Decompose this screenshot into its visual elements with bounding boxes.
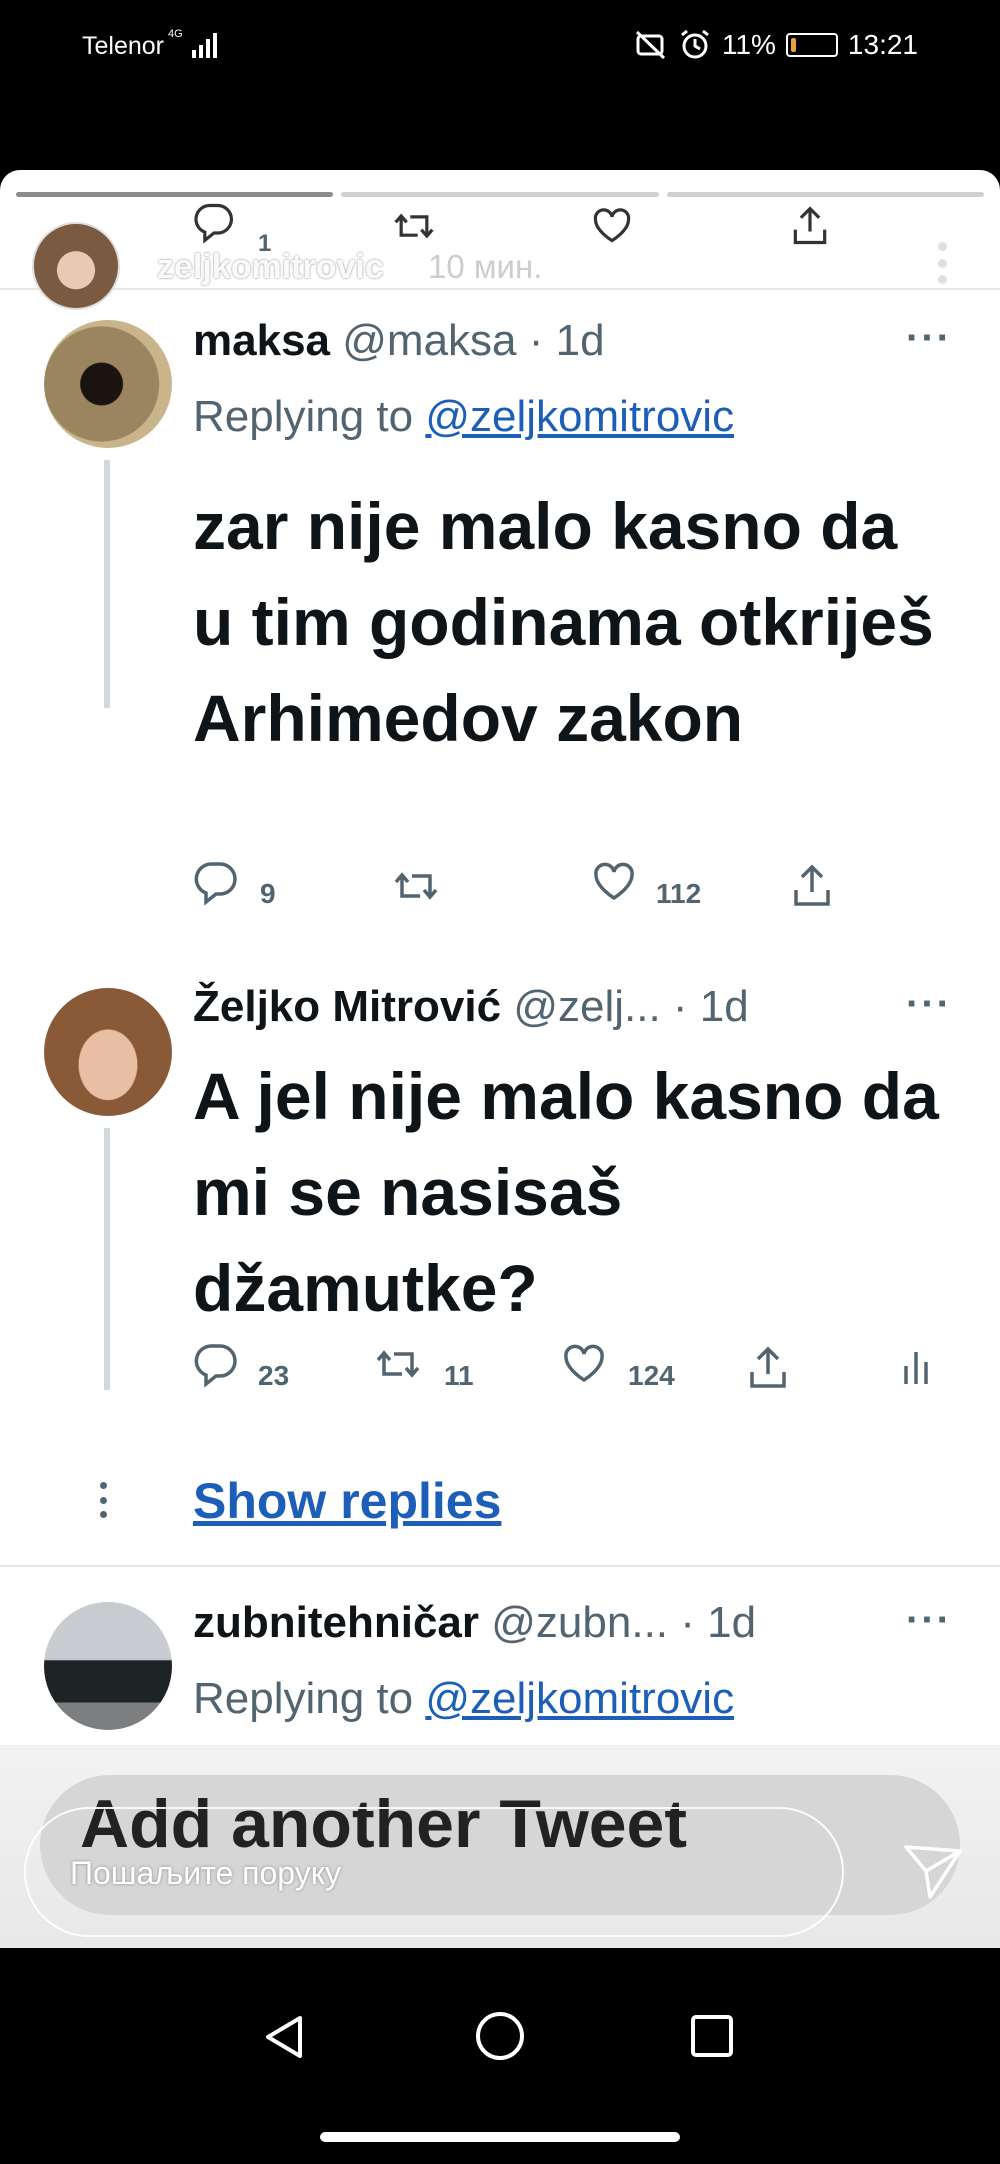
show-replies-link[interactable]: Show replies — [193, 1472, 501, 1530]
home-icon[interactable] — [474, 2010, 526, 2062]
replying-to: Replying to @zeljkomitrovic — [193, 392, 734, 442]
tweet-actions: 9 112 — [0, 858, 1000, 918]
more-icon[interactable]: ··· — [906, 982, 952, 1027]
message-placeholder: Пошаљите поруку — [70, 1855, 342, 1891]
avatar[interactable] — [44, 1602, 172, 1730]
battery-level — [790, 38, 797, 52]
tweet-time[interactable]: · 1d — [673, 982, 749, 1031]
like-count: 124 — [628, 1360, 675, 1391]
display-name[interactable]: Željko Mitrović — [193, 982, 501, 1031]
story-progress — [16, 192, 984, 197]
status-bar: Telenor 4G 11% 13:21 — [0, 0, 1000, 95]
retweet-icon[interactable] — [392, 204, 436, 248]
replying-prefix: Replying to — [193, 392, 426, 441]
mention-link[interactable]: @zeljkomitrovic — [425, 1674, 734, 1723]
story-viewer: 1 zeljkomitrovic 10 мин. maksa @maksa · … — [0, 170, 1000, 1948]
more-icon[interactable]: ··· — [906, 316, 952, 361]
more-icon[interactable]: ··· — [906, 1598, 952, 1643]
display-name[interactable]: maksa — [193, 316, 330, 365]
show-replies-dots-icon — [100, 1482, 108, 1518]
comment-icon[interactable] — [192, 858, 240, 906]
handle[interactable]: @zubn... — [491, 1598, 668, 1647]
clock: 13:21 — [847, 29, 918, 60]
avatar[interactable] — [44, 320, 172, 448]
story-time: 10 мин. — [428, 248, 543, 285]
comment-icon[interactable] — [192, 200, 236, 244]
share-icon[interactable] — [744, 1344, 792, 1392]
comment-icon[interactable] — [192, 1340, 240, 1388]
handle[interactable]: @zelj... — [513, 982, 660, 1031]
home-indicator[interactable] — [320, 2132, 680, 2142]
tweet-header: Željko Mitrović @zelj... · 1d — [193, 982, 749, 1032]
story-progress-segment — [341, 192, 659, 197]
tweet-header: zubnitehničar @zubn... · 1d — [193, 1598, 756, 1648]
battery-icon — [785, 33, 838, 57]
replying-to: Replying to @zeljkomitrovic — [193, 1674, 734, 1724]
retweet-icon[interactable] — [392, 862, 440, 910]
story-menu-icon[interactable] — [938, 242, 948, 284]
tweet-text: A jel nije malo kasno da mi se nasisaš d… — [193, 1059, 939, 1325]
divider — [0, 1565, 1000, 1567]
tweet-time[interactable]: · 1d — [529, 316, 605, 365]
story-avatar[interactable] — [32, 222, 120, 310]
retweet-count: 11 — [444, 1360, 474, 1391]
like-count: 112 — [656, 878, 702, 909]
replying-prefix: Replying to — [193, 1674, 426, 1723]
heart-icon[interactable] — [560, 1340, 608, 1388]
navigation-bar — [0, 1948, 1000, 2164]
carrier-name: Telenor — [82, 32, 164, 60]
notifications-off-icon — [635, 30, 665, 60]
display-name[interactable]: zubnitehničar — [193, 1598, 479, 1647]
recents-icon[interactable] — [690, 2014, 734, 2058]
network-type: 4G — [168, 28, 183, 40]
alarm-icon — [681, 29, 709, 59]
avatar[interactable] — [44, 988, 172, 1116]
divider — [0, 288, 1000, 290]
tweet-text: zar nije malo kasno da u tim godinama ot… — [193, 489, 934, 755]
retweet-icon[interactable] — [374, 1340, 422, 1388]
share-icon[interactable] — [788, 204, 832, 248]
tweet-actions: 23 11 124 — [0, 1340, 1000, 1400]
reply-count: 23 — [258, 1360, 290, 1391]
mention-link[interactable]: @zeljkomitrovic — [425, 392, 734, 441]
story-progress-segment — [16, 192, 334, 197]
share-icon[interactable] — [788, 862, 836, 910]
battery-percent: 11% — [721, 29, 776, 60]
signal-icon — [192, 33, 217, 58]
heart-icon[interactable] — [590, 204, 634, 248]
analytics-icon[interactable] — [894, 1344, 942, 1392]
heart-icon[interactable] — [590, 858, 638, 906]
reply-count: 9 — [260, 878, 276, 909]
story-progress-segment — [666, 192, 984, 197]
bottom-composer-area: Add another Tweet Пошаљите поруку — [0, 1745, 1000, 1948]
handle[interactable]: @maksa — [342, 316, 516, 365]
back-icon[interactable] — [262, 2012, 306, 2062]
send-icon[interactable] — [900, 1837, 966, 1903]
thread-line — [104, 460, 110, 708]
tweet-time[interactable]: · 1d — [680, 1598, 756, 1647]
tweet-header: maksa @maksa · 1d — [193, 316, 605, 366]
story-username[interactable]: zeljkomitrovic — [157, 248, 384, 287]
